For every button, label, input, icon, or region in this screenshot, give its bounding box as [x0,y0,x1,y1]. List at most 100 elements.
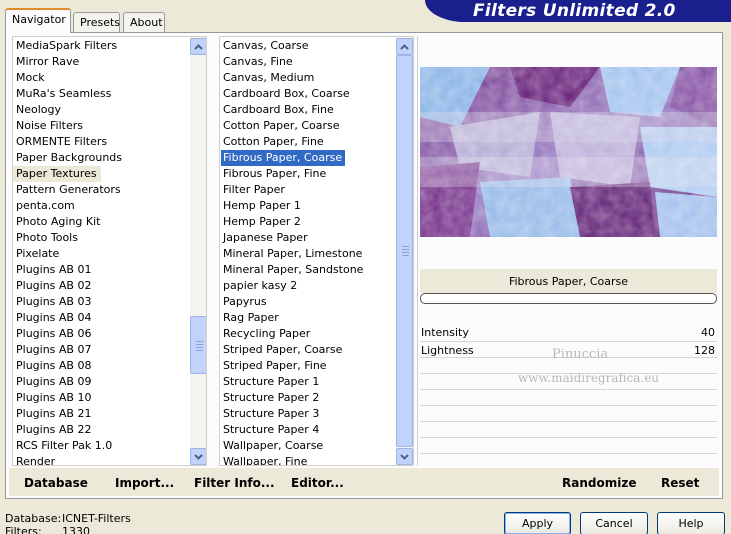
list-item[interactable]: Cardboard Box, Fine [220,102,413,118]
import-link[interactable]: Import... [115,476,174,490]
list-item[interactable]: Render [13,454,206,465]
list-item-label: Plugins AB 01 [16,263,92,276]
list-item[interactable]: Mineral Paper, Sandstone [220,262,413,278]
list-item-label: Mirror Rave [16,55,80,68]
cancel-button[interactable]: Cancel [580,512,648,534]
param-intensity-value[interactable]: 40 [701,326,715,339]
category-list[interactable]: MediaSpark Filters Mirror Rave Mock MuRa's … [12,36,207,466]
list-item[interactable]: penta.com [13,198,206,214]
list-item[interactable]: Photo Tools [13,230,206,246]
list-item[interactable]: Noise Filters [13,118,206,134]
list-item-label: Photo Aging Kit [16,215,101,228]
list-item[interactable]: Wallpaper, Coarse [220,438,413,454]
list-item[interactable]: MediaSpark Filters [13,38,206,54]
list-item[interactable]: Plugins AB 06 [13,326,206,342]
filter-scrollbar[interactable] [396,37,413,465]
list-item[interactable]: Cotton Paper, Fine [220,134,413,150]
list-item[interactable]: Plugins AB 22 [13,422,206,438]
list-item[interactable]: ORMENTE Filters [13,134,206,150]
scroll-down-button[interactable] [396,448,413,465]
scroll-down-button[interactable] [190,448,206,465]
list-item-label: Striped Paper, Coarse [223,343,343,356]
list-item-label: Photo Tools [16,231,78,244]
list-item[interactable]: Paper Backgrounds [13,150,206,166]
list-item[interactable]: MuRa's Seamless [13,86,206,102]
list-item[interactable]: Fibrous Paper, Fine [220,166,413,182]
list-item-label: Japanese Paper [223,231,308,244]
list-item[interactable]: Plugins AB 09 [13,374,206,390]
list-item-label: Hemp Paper 2 [223,215,301,228]
list-item[interactable]: Structure Paper 2 [220,390,413,406]
list-item[interactable]: Plugins AB 01 [13,262,206,278]
help-button[interactable]: Help [657,512,725,534]
list-item[interactable]: Japanese Paper [220,230,413,246]
list-item[interactable]: Paper Textures [13,166,206,182]
list-item[interactable]: Recycling Paper [220,326,413,342]
list-item[interactable]: Wallpaper, Fine [220,454,413,465]
list-item[interactable]: Mirror Rave [13,54,206,70]
list-item-label: Structure Paper 3 [223,407,320,420]
list-item[interactable]: Pattern Generators [13,182,206,198]
filter-info-link[interactable]: Filter Info... [194,476,275,490]
param-lightness-value[interactable]: 128 [694,344,715,357]
parameter-divider [420,453,717,454]
list-item[interactable]: Filter Paper [220,182,413,198]
list-item[interactable]: RCS Filter Pak 1.0 [13,438,206,454]
list-item-label: Striped Paper, Fine [223,359,327,372]
tab-about[interactable]: About [123,12,165,32]
list-item[interactable]: Striped Paper, Fine [220,358,413,374]
list-item[interactable]: Structure Paper 1 [220,374,413,390]
scroll-thumb[interactable] [190,316,206,374]
list-item[interactable]: Fibrous Paper, Coarse [220,150,413,166]
list-item[interactable]: Canvas, Fine [220,54,413,70]
parameter-divider [420,389,717,390]
list-item[interactable]: Papyrus [220,294,413,310]
list-item[interactable]: Photo Aging Kit [13,214,206,230]
list-item[interactable]: Canvas, Coarse [220,38,413,54]
list-item-label: Mineral Paper, Limestone [223,247,363,260]
tab-presets[interactable]: Presets [73,12,120,32]
list-item[interactable]: Plugins AB 10 [13,390,206,406]
list-item-label: RCS Filter Pak 1.0 [16,439,113,452]
list-item[interactable]: Plugins AB 07 [13,342,206,358]
list-item[interactable]: Rag Paper [220,310,413,326]
scroll-thumb[interactable] [396,55,413,447]
list-item[interactable]: Structure Paper 3 [220,406,413,422]
editor-link[interactable]: Editor... [291,476,344,490]
status-database-value: ICNET-Filters [62,512,131,525]
list-item[interactable]: Structure Paper 4 [220,422,413,438]
database-link[interactable]: Database [24,476,88,490]
list-item[interactable]: Cotton Paper, Coarse [220,118,413,134]
list-item[interactable]: papier kasy 2 [220,278,413,294]
list-item[interactable]: Hemp Paper 1 [220,198,413,214]
list-item[interactable]: Striped Paper, Coarse [220,342,413,358]
scroll-up-button[interactable] [396,38,413,55]
scroll-up-button[interactable] [190,38,206,55]
list-item[interactable]: Cardboard Box, Coarse [220,86,413,102]
list-item[interactable]: Hemp Paper 2 [220,214,413,230]
list-item-label: Plugins AB 04 [16,311,92,324]
filter-list[interactable]: Canvas, Coarse Canvas, Fine Canvas, Medium… [219,36,414,466]
apply-button[interactable]: Apply [504,512,571,534]
category-scrollbar[interactable] [190,37,206,465]
list-item[interactable]: Neology [13,102,206,118]
reset-link[interactable]: Reset [661,476,699,490]
list-item[interactable]: Plugins AB 21 [13,406,206,422]
status-database-label: Database: [5,512,62,525]
list-item[interactable]: Plugins AB 03 [13,294,206,310]
list-item[interactable]: Canvas, Medium [220,70,413,86]
list-item[interactable]: Pixelate [13,246,206,262]
list-item[interactable]: Mineral Paper, Limestone [220,246,413,262]
list-item[interactable]: Mock [13,70,206,86]
list-item[interactable]: Plugins AB 02 [13,278,206,294]
status-filters-label: Filters: [5,525,42,534]
list-item-label: Cardboard Box, Fine [223,103,334,116]
list-item[interactable]: Plugins AB 04 [13,310,206,326]
randomize-link[interactable]: Randomize [562,476,636,490]
chevron-up-icon [400,43,409,50]
preview-image[interactable] [420,67,717,237]
list-item-label: Noise Filters [16,119,83,132]
tab-navigator-label: Navigator [12,13,66,26]
list-item[interactable]: Plugins AB 08 [13,358,206,374]
tab-navigator[interactable]: Navigator [5,8,71,33]
